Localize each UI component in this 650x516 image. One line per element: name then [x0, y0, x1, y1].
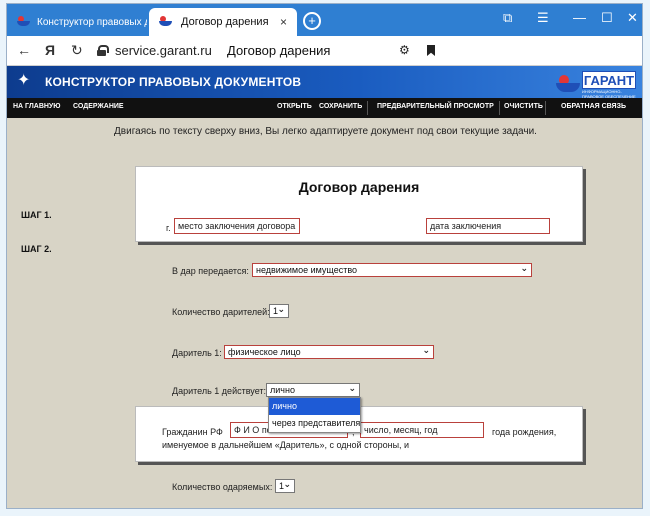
menu-save[interactable]: СОХРАНИТЬ [319, 103, 362, 110]
chevron-down-icon: ⌄ [277, 304, 285, 314]
chevron-down-icon: ⌄ [348, 383, 356, 393]
close-window-icon[interactable]: ✕ [627, 10, 638, 26]
chevron-down-icon: ⌄ [422, 345, 430, 355]
bookmark-icon[interactable] [427, 45, 435, 56]
menu-separator [367, 101, 368, 115]
donors-count-select[interactable]: 1 ⌄ [269, 304, 289, 318]
recipients-count-select[interactable]: 1 ⌄ [275, 479, 295, 493]
document-title: Договор дарения [298, 179, 420, 195]
new-tab-button[interactable]: + [303, 12, 321, 30]
donor1-acts-label: Даритель 1 действует: [172, 386, 267, 396]
garant-favicon-icon [159, 16, 173, 28]
menu-separator [499, 101, 500, 115]
garant-swoosh-icon [556, 75, 580, 93]
garant-favicon-icon [17, 16, 31, 28]
donor1-type-value: физическое лицо [228, 347, 301, 357]
city-prefix: г. [166, 223, 171, 233]
step-1-label: ШАГ 1. [21, 210, 52, 220]
menu-feedback[interactable]: ОБРАТНАЯ СВЯЗЬ [561, 103, 626, 110]
extension-icon[interactable]: ⚙ [399, 43, 410, 57]
address-bar: ← Я ↻ service.garant.ru Договор дарения … [7, 36, 642, 66]
donor1-type-select[interactable]: физическое лицо ⌄ [224, 345, 434, 359]
intro-text: Двигаясь по тексту сверху вниз, Вы легко… [114, 126, 537, 137]
dropdown-option-representative[interactable]: через представителя [269, 415, 360, 432]
party-line-2: именуемое в дальнейшем «Даритель», с одн… [162, 440, 410, 450]
step-2-label: ШАГ 2. [21, 244, 52, 254]
tab-bar: Конструктор правовых д Договор дарения ×… [7, 4, 642, 36]
site-header: ✦ КОНСТРУКТОР ПРАВОВЫХ ДОКУМЕНТОВ ГАРАНТ… [7, 66, 642, 99]
minimize-icon[interactable]: — [573, 10, 586, 25]
birth-suffix: года рождения, [492, 427, 557, 437]
close-tab-icon[interactable]: × [280, 15, 287, 29]
menu-separator [545, 101, 546, 115]
url-host[interactable]: service.garant.ru [115, 43, 212, 58]
donors-count-label: Количество дарителей: [172, 307, 270, 317]
menu-home[interactable]: НА ГЛАВНУЮ [13, 103, 61, 110]
lock-icon [97, 45, 109, 56]
gift-label: В дар передается: [172, 266, 249, 276]
tab-label: Договор дарения [181, 16, 269, 28]
dropdown-option-personally[interactable]: лично [269, 398, 360, 415]
garant-wordmark: ГАРАНТ [582, 71, 636, 89]
donor1-acts-select[interactable]: лично ⌄ [266, 383, 360, 397]
recipients-count-label: Количество одаряемых: [172, 482, 273, 492]
gift-type-value: недвижимое имущество [256, 265, 358, 275]
birth-date-field[interactable]: число, месяц, год [360, 422, 484, 438]
menu-clear[interactable]: ОЧИСТИТЬ [504, 103, 543, 110]
donor1-acts-value: лично [270, 385, 295, 395]
back-icon[interactable]: ← [17, 42, 31, 58]
sparkle-logo-icon: ✦ [17, 72, 31, 89]
tabs-panel-icon[interactable]: ⧉ [503, 10, 512, 26]
garant-logo[interactable]: ГАРАНТ ИНФОРМАЦИОННО-ПРАВОВОЕ ОБЕСПЕЧЕНИ… [556, 69, 638, 99]
menu-preview[interactable]: ПРЕДВАРИТЕЛЬНЫЙ ПРОСМОТР [377, 103, 494, 110]
place-field[interactable]: место заключения договора [174, 218, 300, 234]
donor1-label: Даритель 1: [172, 348, 222, 358]
donor1-acts-dropdown: лично через представителя [268, 397, 361, 433]
chevron-down-icon: ⌄ [283, 479, 291, 489]
maximize-icon[interactable]: ☐ [601, 10, 613, 26]
document-header-panel: Договор дарения г. место заключения дого… [135, 166, 583, 242]
menu-open[interactable]: ОТКРЫТЬ [277, 103, 312, 110]
gift-type-select[interactable]: недвижимое имущество ⌄ [252, 263, 532, 277]
notifications-icon[interactable]: ☰ [537, 10, 549, 26]
tab-constructor[interactable]: Конструктор правовых д [11, 8, 147, 36]
chevron-down-icon: ⌄ [520, 263, 528, 273]
citizen-prefix: Гражданин РФ [162, 427, 223, 437]
tab-label: Конструктор правовых д [37, 16, 147, 28]
yandex-icon[interactable]: Я [45, 42, 55, 58]
menu-contents[interactable]: СОДЕРЖАНИЕ [73, 103, 124, 110]
reload-icon[interactable]: ↻ [71, 42, 83, 59]
screen-frame: Конструктор правовых д Договор дарения ×… [0, 0, 650, 516]
page-title-in-address: Договор дарения [227, 43, 331, 58]
site-title: КОНСТРУКТОР ПРАВОВЫХ ДОКУМЕНТОВ [45, 75, 302, 89]
date-field[interactable]: дата заключения [426, 218, 550, 234]
menu-bar: НА ГЛАВНУЮ СОДЕРЖАНИЕ ОТКРЫТЬ СОХРАНИТЬ … [7, 98, 642, 118]
tab-gift-contract[interactable]: Договор дарения × [149, 8, 297, 36]
browser-window: Конструктор правовых д Договор дарения ×… [6, 3, 643, 509]
